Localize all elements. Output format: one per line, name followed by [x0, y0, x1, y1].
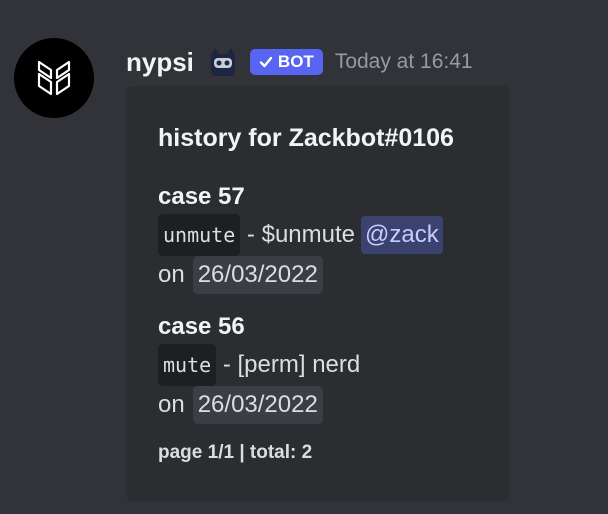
username[interactable]: nypsi	[126, 47, 194, 78]
action-code: mute	[158, 344, 217, 386]
action-code: unmute	[158, 214, 241, 256]
message-header: nypsi BOT Today at 16:41	[126, 42, 473, 82]
case-reason: [perm] nerd	[237, 351, 361, 378]
case-action-line: mute - [perm] nerd	[158, 344, 498, 386]
bot-badge: BOT	[249, 49, 323, 75]
separator: -	[246, 221, 255, 248]
bot-badge-label: BOT	[277, 52, 314, 71]
checkmark-icon	[259, 56, 273, 68]
bot-face-icon	[210, 48, 235, 76]
user-mention[interactable]: @zack	[361, 216, 443, 254]
embed-title: history for Zackbot#0106	[158, 124, 454, 152]
avatar[interactable]	[14, 38, 94, 118]
separator: -	[222, 351, 231, 378]
date-prefix: on	[158, 391, 185, 418]
nypsi-logo-icon	[37, 60, 71, 96]
case-title: case 56	[158, 313, 245, 340]
case-date[interactable]: 26/03/2022	[192, 256, 323, 294]
case-item: case 56 mute - [perm] nerd on 26/03/2022	[158, 312, 498, 424]
case-item: case 57 unmute - $unmute @zack on 26/03/…	[158, 182, 498, 294]
timestamp[interactable]: Today at 16:41	[335, 50, 473, 74]
case-reason: $unmute	[261, 221, 355, 248]
case-date[interactable]: 26/03/2022	[192, 386, 323, 424]
embed: history for Zackbot#0106 case 57 unmute …	[126, 86, 510, 501]
case-action-line: unmute - $unmute @zack	[158, 214, 498, 256]
case-date-line: on 26/03/2022	[158, 256, 498, 294]
case-date-line: on 26/03/2022	[158, 386, 498, 424]
case-title: case 57	[158, 183, 245, 210]
embed-footer: page 1/1 | total: 2	[158, 442, 313, 463]
date-prefix: on	[158, 261, 185, 288]
